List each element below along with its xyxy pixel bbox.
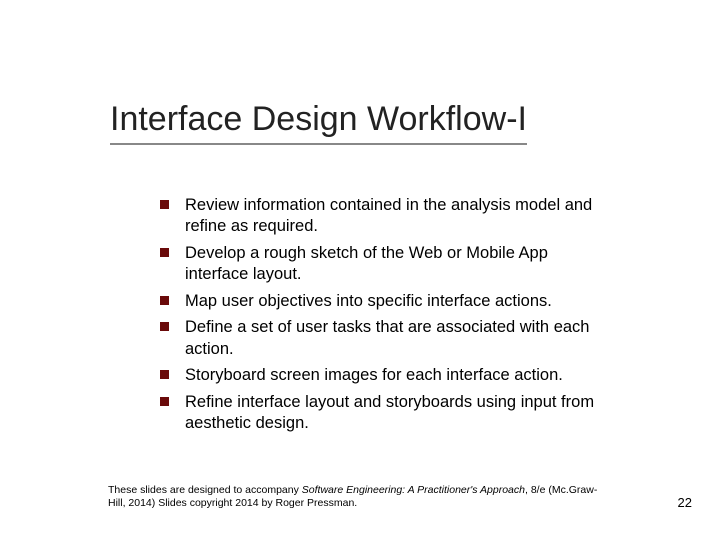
- slide-title: Interface Design Workflow-I: [110, 100, 527, 145]
- square-bullet-icon: [160, 370, 169, 379]
- footer-citation: These slides are designed to accompany S…: [108, 484, 608, 510]
- footer-prefix: These slides are designed to accompany: [108, 484, 302, 496]
- list-item: Develop a rough sketch of the Web or Mob…: [160, 243, 600, 286]
- page-number: 22: [678, 495, 692, 510]
- list-item: Define a set of user tasks that are asso…: [160, 317, 600, 360]
- square-bullet-icon: [160, 322, 169, 331]
- slide: Interface Design Workflow-I Review infor…: [0, 0, 720, 540]
- bullet-list: Review information contained in the anal…: [160, 195, 600, 439]
- footer-book-title: Software Engineering: A Practitioner's A…: [302, 484, 525, 496]
- square-bullet-icon: [160, 397, 169, 406]
- square-bullet-icon: [160, 200, 169, 209]
- list-item-text: Refine interface layout and storyboards …: [185, 392, 600, 435]
- square-bullet-icon: [160, 296, 169, 305]
- square-bullet-icon: [160, 248, 169, 257]
- list-item-text: Define a set of user tasks that are asso…: [185, 317, 600, 360]
- list-item-text: Review information contained in the anal…: [185, 195, 600, 238]
- list-item-text: Storyboard screen images for each interf…: [185, 365, 600, 386]
- list-item-text: Map user objectives into specific interf…: [185, 291, 600, 312]
- list-item: Storyboard screen images for each interf…: [160, 365, 600, 386]
- list-item: Review information contained in the anal…: [160, 195, 600, 238]
- list-item: Refine interface layout and storyboards …: [160, 392, 600, 435]
- list-item-text: Develop a rough sketch of the Web or Mob…: [185, 243, 600, 286]
- list-item: Map user objectives into specific interf…: [160, 291, 600, 312]
